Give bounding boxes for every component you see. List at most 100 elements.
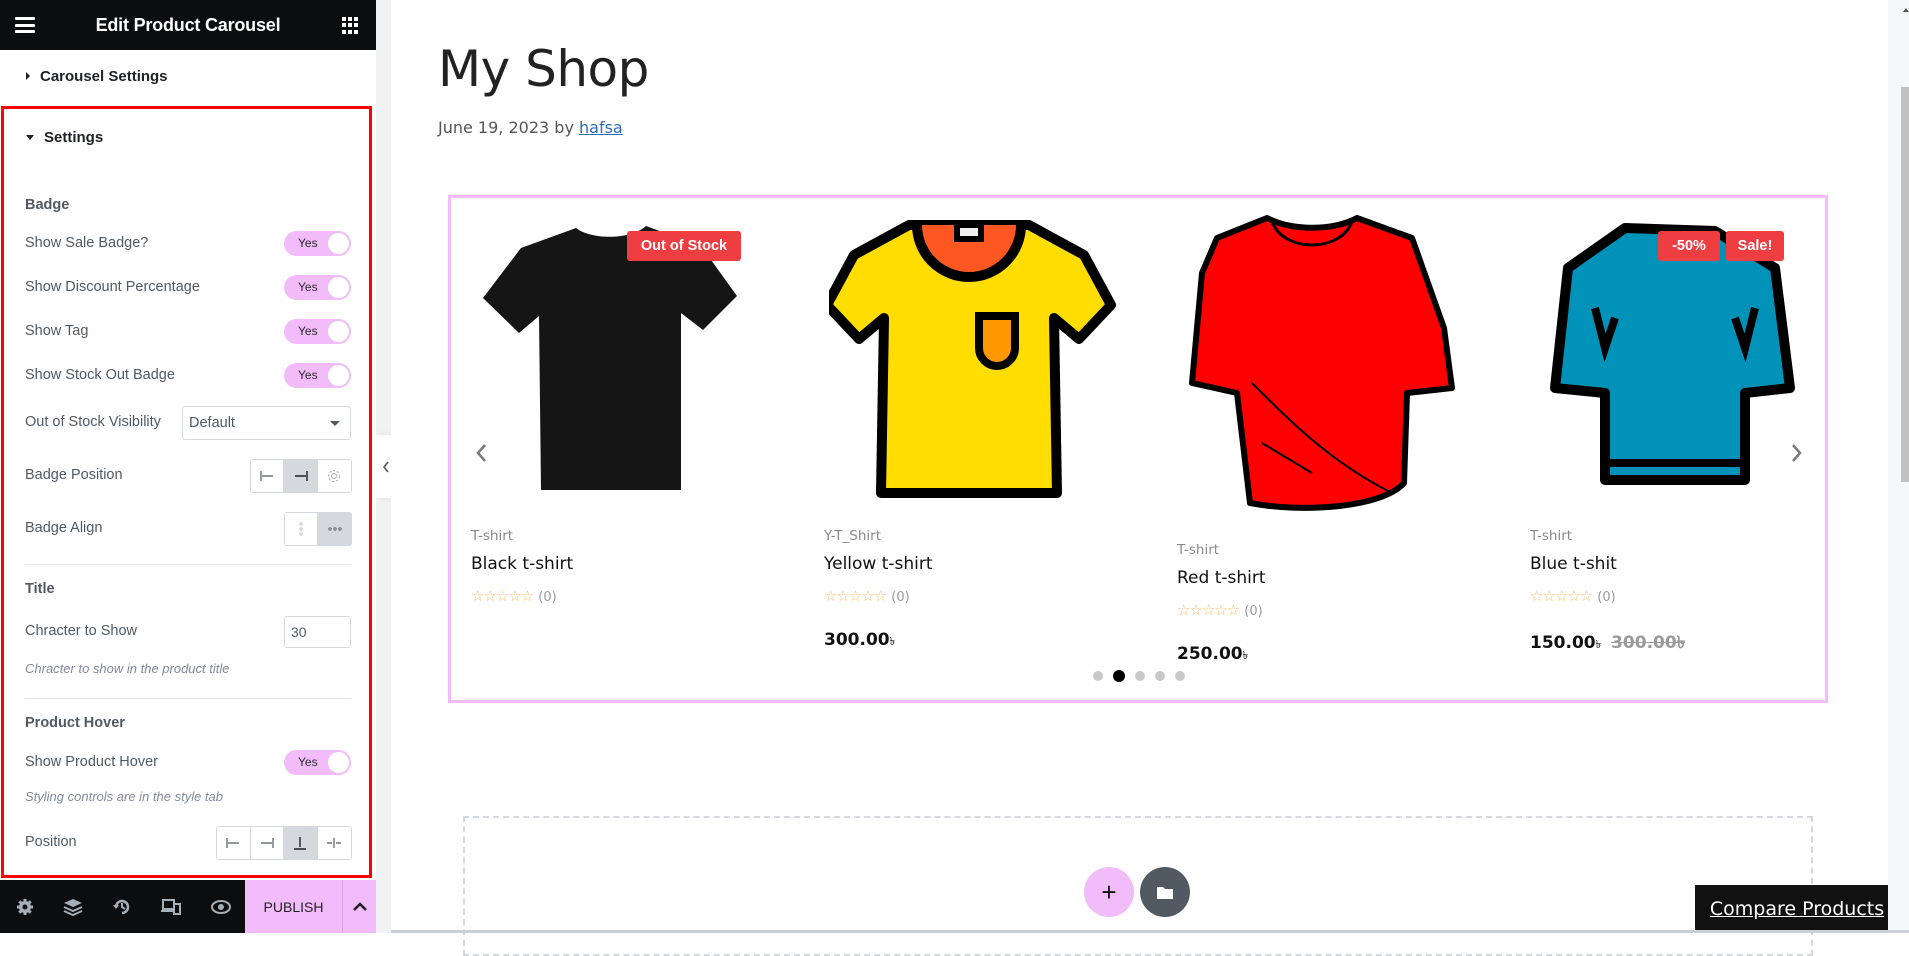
post-by: by — [554, 118, 574, 137]
section-label: Carousel Settings — [40, 67, 168, 85]
custom-settings-icon[interactable] — [317, 460, 351, 492]
product-card[interactable]: -50% Sale! T-shirt Blue t-shit ☆☆☆☆☆ (0) … — [1510, 198, 1840, 698]
product-hover-hint: Styling controls are in the style tab — [25, 789, 223, 804]
hamburger-menu-icon[interactable] — [15, 17, 35, 33]
select-value: Default — [189, 415, 235, 431]
divider — [25, 698, 351, 699]
panel-title: Edit Product Carousel — [95, 14, 281, 35]
section-label: Settings — [44, 128, 104, 146]
badge-align-choices — [284, 512, 352, 546]
currency-symbol: ৳ — [1595, 638, 1602, 651]
align-left-icon[interactable] — [251, 460, 285, 492]
product-name[interactable]: Black t-shirt — [471, 554, 573, 574]
responsive-icon[interactable] — [160, 896, 182, 918]
post-meta: June 19, 2023 by hafsa — [438, 118, 623, 137]
out-of-stock-badge: Out of Stock — [627, 231, 741, 261]
dropdown-arrow-icon — [330, 421, 340, 426]
chars-to-show-input[interactable] — [284, 616, 351, 648]
rating-count: (0) — [1244, 604, 1263, 619]
add-section-button[interactable]: + — [1084, 867, 1134, 917]
show-stock-out-badge-toggle[interactable]: Yes — [284, 363, 351, 388]
compare-products-button[interactable]: Compare Products — [1695, 885, 1899, 933]
badge-position-choices — [250, 459, 352, 493]
badge-heading: Badge — [25, 197, 70, 213]
badge-position-label: Badge Position — [25, 467, 123, 483]
product-name[interactable]: Red t-shirt — [1177, 568, 1266, 588]
out-of-stock-visibility-label: Out of Stock Visibility — [25, 414, 161, 430]
align-right-icon[interactable] — [284, 460, 318, 492]
toggle-knob — [328, 752, 349, 773]
rating-count: (0) — [1597, 590, 1616, 605]
product-rating: ☆☆☆☆☆ (0) — [1530, 588, 1616, 605]
caret-down-icon — [26, 134, 34, 140]
publish-options-button[interactable] — [343, 880, 376, 933]
out-of-stock-visibility-select[interactable]: Default — [182, 406, 351, 440]
toggle-state: Yes — [298, 236, 318, 250]
carousel-pagination — [1093, 670, 1195, 682]
toggle-state: Yes — [298, 324, 318, 338]
preview-eye-icon[interactable] — [210, 896, 232, 918]
product-category: T-shirt — [1530, 528, 1573, 544]
currency-symbol: ৳ — [889, 635, 896, 648]
chevron-left-icon — [382, 461, 389, 472]
caret-right-icon — [26, 72, 30, 80]
settings-icon[interactable] — [14, 896, 36, 918]
layers-icon[interactable] — [62, 896, 84, 918]
product-category: T-shirt — [471, 528, 514, 544]
carousel-dot[interactable] — [1175, 671, 1185, 681]
show-product-hover-toggle[interactable]: Yes — [284, 750, 351, 775]
badge-align-label: Badge Align — [25, 520, 103, 536]
product-category: T-shirt — [1177, 542, 1220, 558]
position-bottom-icon[interactable] — [284, 827, 318, 859]
carousel-dot[interactable] — [1093, 671, 1103, 681]
product-category: Y-T_Shirt — [824, 528, 881, 544]
carousel-dot[interactable] — [1113, 670, 1125, 682]
toggle-knob — [328, 233, 349, 254]
chars-to-show-label: Chracter to Show — [25, 623, 138, 639]
scroll-up-arrow-icon[interactable] — [1903, 8, 1909, 12]
post-date: June 19, 2023 — [438, 118, 550, 137]
title-heading: Title — [25, 581, 55, 597]
product-price: 150.00৳ 300.00৳ — [1530, 630, 1685, 658]
show-discount-percentage-toggle[interactable]: Yes — [284, 275, 351, 300]
blue-tshirt-image — [1550, 223, 1795, 485]
product-carousel: Out of Stock T-shirt Black t-shirt ☆☆☆☆☆… — [448, 195, 1828, 703]
product-name[interactable]: Yellow t-shirt — [824, 554, 933, 574]
position-center-icon[interactable] — [317, 827, 351, 859]
page-title: My Shop — [438, 40, 649, 98]
toggle-state: Yes — [298, 280, 318, 294]
folder-icon — [1157, 886, 1173, 899]
history-icon[interactable] — [111, 896, 133, 918]
widgets-grid-icon[interactable] — [342, 17, 359, 34]
horizontal-dots-icon[interactable] — [318, 513, 351, 545]
product-card[interactable]: T-shirt Red t-shirt ☆☆☆☆☆ (0) 250.00৳ — [1157, 198, 1487, 698]
position-right-icon[interactable] — [250, 827, 284, 859]
show-product-hover-label: Show Product Hover — [25, 754, 158, 770]
product-name[interactable]: Blue t-shit — [1530, 554, 1617, 574]
editor-panel: Edit Product Carousel Carousel Settings … — [0, 0, 376, 933]
show-sale-badge-toggle[interactable]: Yes — [284, 231, 351, 256]
price-value: 150.00 — [1530, 633, 1596, 653]
author-link[interactable]: hafsa — [579, 118, 623, 137]
carousel-dot[interactable] — [1135, 671, 1145, 681]
chars-to-show-hint: Chracter to show in the product title — [25, 661, 230, 676]
toggle-knob — [328, 277, 349, 298]
toggle-state: Yes — [298, 755, 318, 769]
rating-count: (0) — [891, 590, 910, 605]
show-tag-toggle[interactable]: Yes — [284, 319, 351, 344]
panel-footer: PUBLISH — [0, 880, 376, 933]
publish-button[interactable]: PUBLISH — [245, 880, 343, 933]
section-carousel-settings[interactable]: Carousel Settings — [0, 51, 376, 101]
toggle-knob — [328, 365, 349, 386]
vertical-dots-icon[interactable] — [285, 513, 319, 545]
product-rating: ☆☆☆☆☆ (0) — [471, 588, 557, 605]
carousel-dot[interactable] — [1155, 671, 1165, 681]
product-card[interactable]: Out of Stock T-shirt Black t-shirt ☆☆☆☆☆… — [451, 198, 781, 698]
section-settings[interactable]: Settings — [0, 112, 376, 162]
product-hover-heading: Product Hover — [25, 715, 125, 731]
add-template-button[interactable] — [1140, 867, 1190, 917]
rating-count: (0) — [538, 590, 557, 605]
product-card[interactable]: Y-T_Shirt Yellow t-shirt ☆☆☆☆☆ (0) 300.00… — [804, 198, 1134, 698]
scrollbar-thumb[interactable] — [1901, 87, 1909, 482]
position-left-icon[interactable] — [217, 827, 251, 859]
